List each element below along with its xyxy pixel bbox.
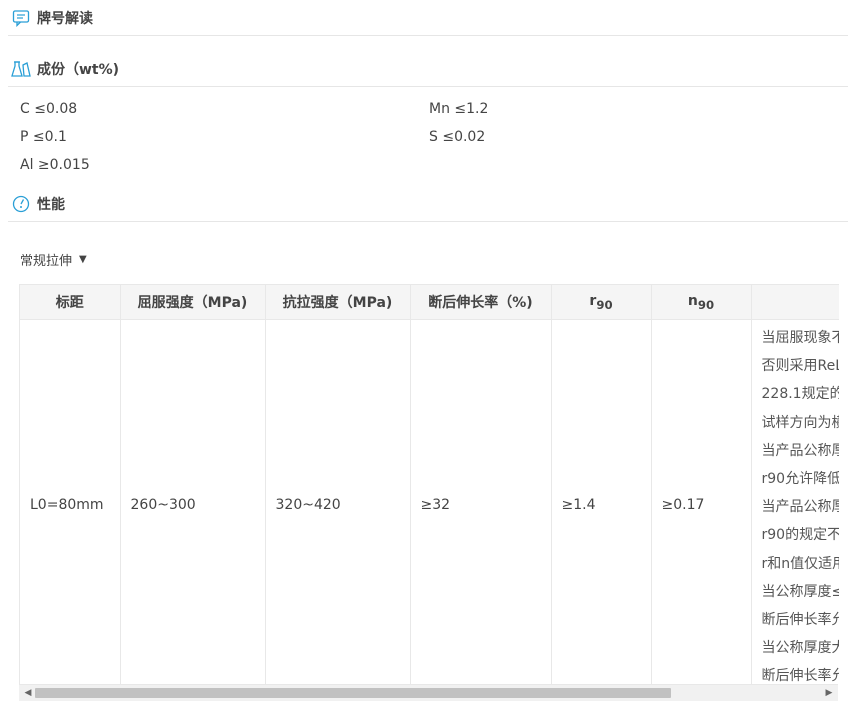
- header-tensile-strength: 抗拉强度（MPa): [265, 285, 411, 320]
- comment-icon: [11, 8, 31, 28]
- composition-item-c: C ≤0.08: [20, 101, 78, 117]
- designation-section-header: 牌号解读: [8, 1, 848, 36]
- note-line: r90允许降低: [761, 471, 840, 488]
- header-r90-subscript: 90: [596, 297, 613, 312]
- table-header-row: 标距 屈服强度（MPa) 抗拉强度（MPa) 断后伸长率（%) r90 n90: [20, 285, 839, 320]
- flask-icon: [11, 59, 31, 79]
- test-type-dropdown[interactable]: 常规拉伸 ▼: [20, 250, 87, 269]
- header-elongation: 断后伸长率（%): [410, 285, 552, 320]
- note-line: r和n值仅适用于: [761, 555, 840, 572]
- properties-table: 标距 屈服强度（MPa) 抗拉强度（MPa) 断后伸长率（%) r90 n90 …: [19, 284, 839, 685]
- header-gauge-length: 标距: [20, 285, 121, 320]
- composition-item-al: Al ≥0.015: [20, 157, 90, 173]
- composition-item-s: S ≤0.02: [429, 129, 486, 145]
- composition-item-mn: Mn ≤1.2: [429, 101, 489, 117]
- horizontal-scrollbar[interactable]: ◀ ▶: [19, 684, 838, 701]
- performance-title: 性能: [37, 197, 65, 213]
- header-n90: n90: [651, 285, 752, 320]
- cell-elongation: ≥32: [410, 319, 552, 685]
- header-n90-label: n: [687, 292, 698, 309]
- scrollbar-thumb[interactable]: [35, 688, 671, 698]
- note-line: 试样方向为横向: [761, 414, 840, 431]
- note-line: 当屈服现象不明显时: [761, 330, 840, 346]
- gauge-icon: [11, 194, 31, 214]
- note-line: 228.1规定的: [761, 386, 840, 403]
- composition-item-p: P ≤0.1: [20, 129, 67, 145]
- composition-title: 成份（wt%): [37, 62, 120, 78]
- cell-n90: ≥0.17: [651, 319, 752, 685]
- cell-yield-strength: 260~300: [120, 319, 266, 685]
- note-line: 当产品公称厚度: [761, 442, 840, 459]
- cell-r90: ≥1.4: [551, 319, 652, 685]
- caret-down-icon: ▼: [79, 254, 87, 265]
- header-r90: r90: [551, 285, 652, 320]
- cell-notes: 当屈服现象不明显时 否则采用ReL 228.1规定的 试样方向为横向 当产品公称…: [751, 319, 840, 685]
- header-n90-subscript: 90: [697, 297, 715, 312]
- scroll-right-arrow-icon[interactable]: ▶: [822, 687, 836, 699]
- test-type-dropdown-label: 常规拉伸: [20, 254, 73, 269]
- scroll-left-arrow-icon[interactable]: ◀: [21, 687, 35, 699]
- note-line: 断后伸长率允许: [761, 668, 840, 685]
- cell-gauge-length: L0=80mm: [20, 319, 121, 685]
- performance-section-header: 性能: [8, 187, 848, 222]
- note-line: 当公称厚度≤: [761, 583, 840, 600]
- composition-section-header: 成份（wt%): [8, 52, 848, 87]
- cell-tensile-strength: 320~420: [265, 319, 411, 685]
- header-yield-strength: 屈服强度（MPa): [120, 285, 266, 320]
- table-row: L0=80mm 260~300 320~420 ≥32 ≥1.4 ≥0.17 当…: [20, 319, 840, 685]
- note-line: 当产品公称厚度: [761, 499, 840, 516]
- header-notes: [751, 285, 839, 320]
- note-line: 否则采用ReL: [761, 358, 840, 375]
- note-line: 当公称厚度大于: [761, 640, 840, 657]
- note-line: r90的规定不适用: [761, 527, 840, 544]
- note-line: 断后伸长率允许: [761, 612, 840, 629]
- designation-title: 牌号解读: [37, 11, 93, 27]
